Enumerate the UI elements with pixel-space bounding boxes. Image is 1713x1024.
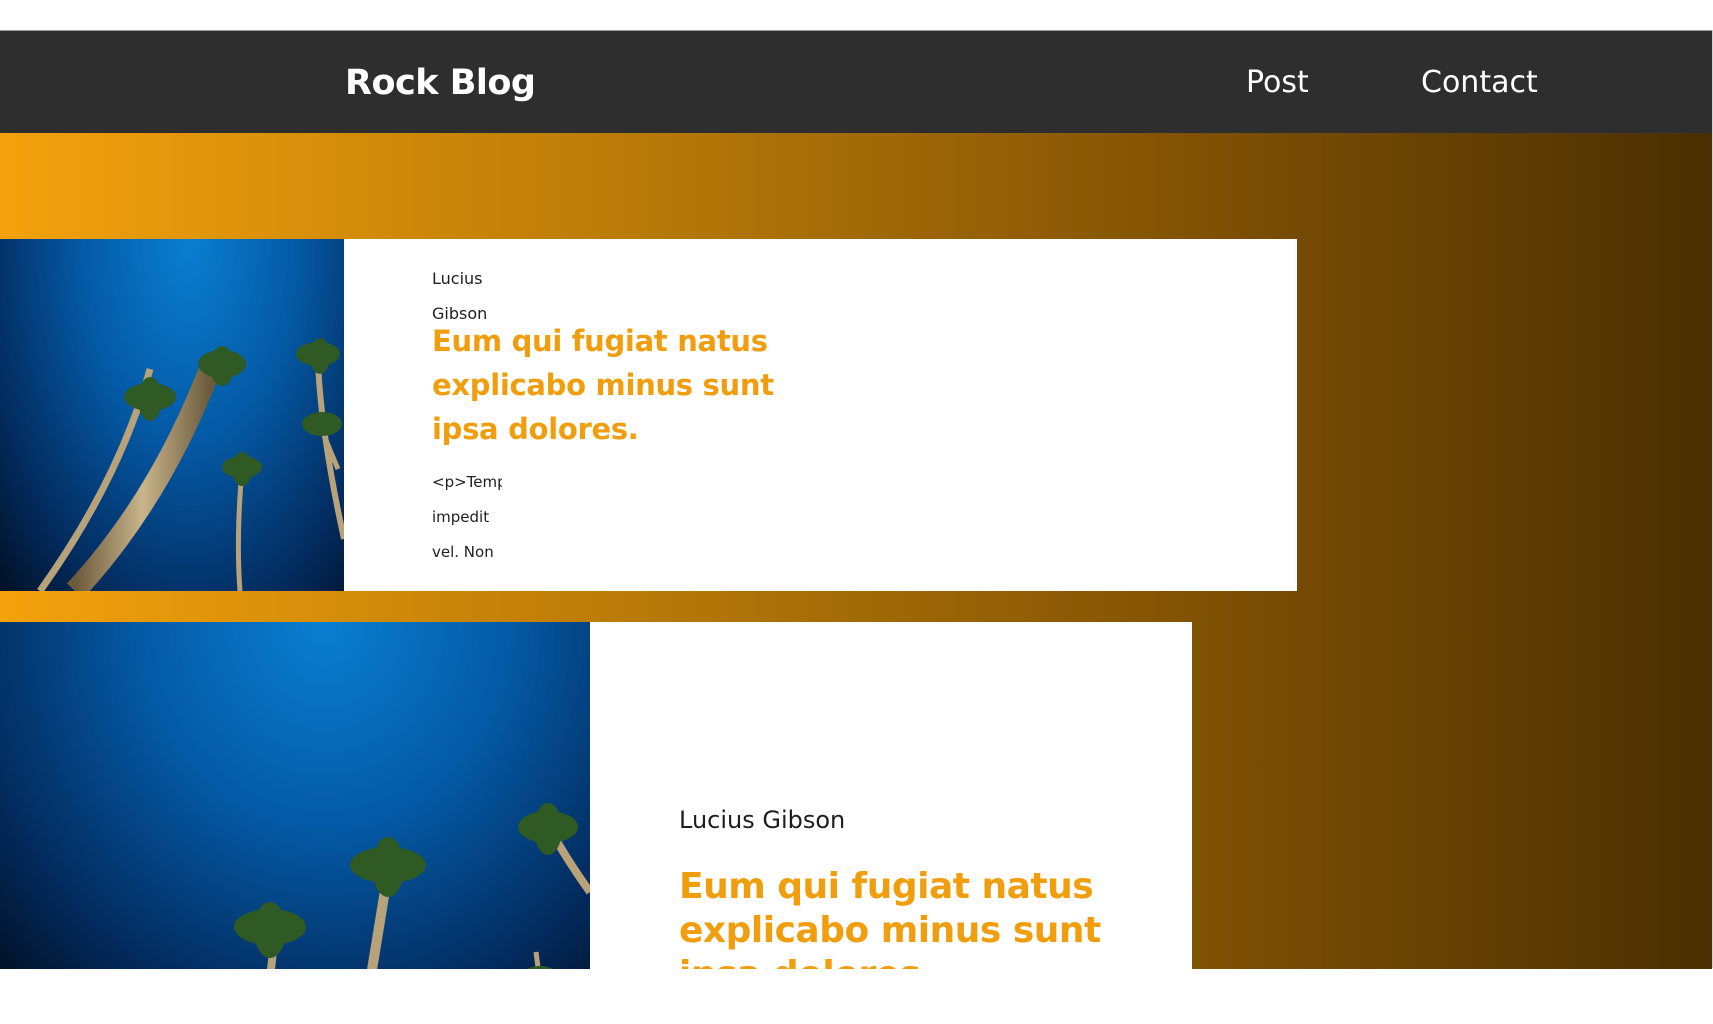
post-excerpt-line: <p>Temp (432, 473, 502, 491)
post-excerpt-line: vel. Non (432, 543, 494, 561)
hero-gradient-section: Lucius Gibson Eum qui fugiat natus expli… (0, 133, 1712, 969)
palm-trees-photo (37, 338, 344, 591)
post-card[interactable]: Lucius Gibson Eum qui fugiat natus expli… (0, 239, 1297, 591)
post-title[interactable]: Eum qui fugiat natus explicabo minus sun… (432, 319, 802, 451)
post-image[interactable] (0, 622, 590, 969)
nav-link-contact[interactable]: Contact (1421, 63, 1538, 103)
brand-logo-link[interactable]: Rock Blog (345, 61, 536, 105)
post-title[interactable]: Eum qui fugiat natus explicabo minus sun… (679, 865, 1119, 969)
post-author: Lucius Gibson (679, 806, 846, 834)
navbar: Rock Blog Post Contact (0, 31, 1712, 133)
post-excerpt-line: impedit (432, 508, 490, 526)
nav-link-post[interactable]: Post (1246, 63, 1309, 103)
page: Rock Blog Post Contact Lucius Gibson Eum… (0, 0, 1713, 1024)
palm-trees-photo (234, 803, 590, 969)
post-author-first: Lucius (432, 269, 483, 288)
browser-viewport: Rock Blog Post Contact Lucius Gibson Eum… (0, 30, 1712, 969)
post-image[interactable] (0, 239, 344, 591)
post-card[interactable]: Lucius Gibson Eum qui fugiat natus expli… (0, 622, 1192, 969)
post-excerpt: <p>Temp impedit vel. Non (432, 465, 502, 570)
